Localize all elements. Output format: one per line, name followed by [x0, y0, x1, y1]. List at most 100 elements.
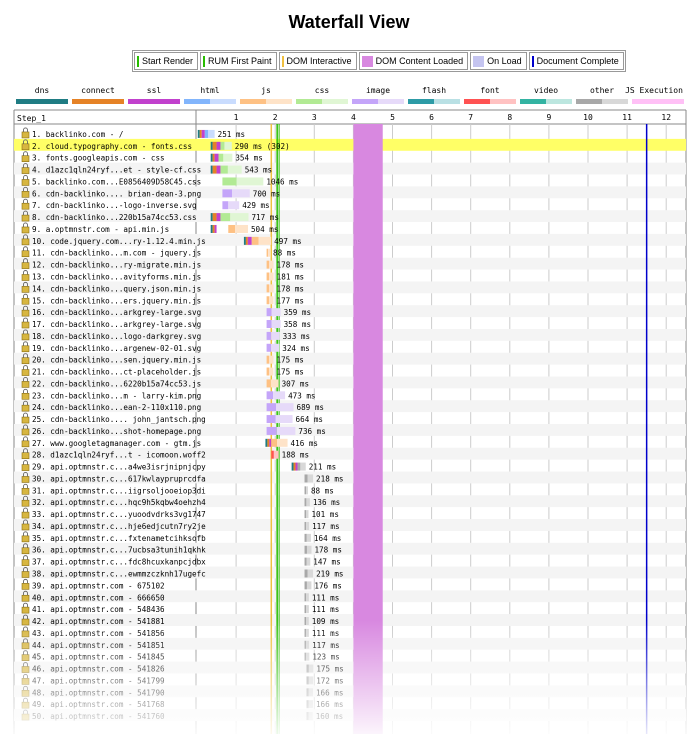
type-swatch-light	[658, 99, 684, 104]
lock-icon-body	[21, 392, 30, 400]
bar-ttfb	[220, 141, 225, 150]
request-label: 27. www.googletagmanager.com - gtm.js	[32, 439, 201, 448]
lock-icon-body	[21, 499, 30, 507]
request-time-label: 664 ms	[296, 415, 323, 424]
bar-connect	[267, 438, 270, 447]
lock-icon-shackle	[23, 341, 28, 346]
request-label: 18. cdn-backlinko...logo-darkgrey.svg	[32, 332, 201, 341]
lock-icon-body	[21, 167, 30, 174]
request-time-label: 166 ms	[316, 700, 343, 709]
request-label: 15. cdn-backlinko...ers.jquery.min.js	[32, 296, 201, 305]
bar-download	[307, 569, 314, 578]
lock-icon	[21, 626, 30, 638]
type-swatch-light	[42, 99, 68, 104]
bar-dns	[243, 236, 246, 245]
request-label: 5. backlinko.com...E0856409D58C45.css	[32, 177, 201, 186]
request-time-label: 219 ms	[316, 570, 343, 579]
x-tick-label: 11	[622, 113, 632, 122]
bar-download	[275, 415, 293, 424]
bar-ttfb	[304, 557, 307, 566]
bar-download	[306, 510, 309, 519]
lock-icon-body	[21, 416, 30, 424]
bar-ttfb	[222, 177, 237, 186]
type-swatch-light	[98, 99, 124, 104]
request-time-label: 178 ms	[277, 284, 304, 293]
request-time-label: 88 ms	[273, 249, 296, 258]
bar-ttfb	[266, 320, 272, 329]
lock-icon-body	[21, 381, 30, 388]
lock-icon-body	[21, 571, 30, 578]
lock-icon	[21, 175, 30, 186]
lock-icon	[21, 388, 30, 400]
lock-icon-body	[21, 286, 30, 293]
lock-icon-body	[21, 262, 30, 269]
lock-icon-shackle	[23, 270, 28, 275]
bar-download	[273, 391, 286, 400]
bar-ttfb	[306, 712, 309, 721]
lock-icon-body	[21, 250, 30, 258]
lock-icon	[21, 531, 30, 543]
bar-connect	[212, 213, 217, 222]
lock-icon-shackle	[23, 673, 28, 679]
request-label: 14. cdn-backlinko...query.json.min.js	[32, 284, 201, 293]
request-label: 23. cdn-backlinko...m - larry-kim.png	[32, 391, 201, 400]
lock-icon-body	[21, 143, 30, 151]
bar-download	[306, 640, 310, 649]
step-label: Step_1	[17, 114, 46, 123]
request-time-label: 101 ms	[311, 510, 338, 519]
x-tick-label: 5	[390, 113, 395, 122]
bar-ssl	[295, 462, 298, 471]
bar-ttfb	[304, 533, 307, 542]
lock-icon-shackle	[23, 127, 28, 132]
type-swatch-light	[602, 99, 628, 104]
lock-icon-body	[21, 428, 30, 436]
lock-icon-body	[21, 202, 30, 210]
bar-dns	[265, 438, 268, 447]
bar-ttfb	[220, 213, 231, 222]
bar-connect	[212, 165, 217, 174]
bar-ttfb	[304, 640, 307, 649]
bar-ttfb	[266, 284, 270, 293]
bar-download	[269, 296, 274, 305]
request-label: 32. api.optmnstr.c...hqc9h5kqbw4oehzh4	[32, 498, 206, 507]
bar-download	[273, 450, 279, 459]
bar-download	[306, 628, 309, 637]
type-swatch-light	[490, 99, 516, 104]
request-time-label: 211 ms	[309, 463, 336, 472]
lock-icon-body	[21, 594, 30, 602]
lock-icon-body	[21, 321, 30, 329]
type-swatch-dark	[632, 99, 658, 104]
request-time-label: 117 ms	[312, 641, 339, 650]
bar-dns	[291, 462, 294, 471]
bar-ttfb	[266, 343, 272, 352]
bar-download	[227, 165, 242, 174]
lock-icon	[21, 365, 30, 376]
type-label: ssl	[147, 86, 162, 95]
type-swatch-light	[266, 99, 292, 104]
x-tick-label: 1	[234, 113, 239, 122]
lock-icon	[21, 555, 30, 566]
request-time-label: 416 ms	[291, 439, 318, 448]
type-swatch-dark	[352, 99, 378, 104]
x-tick-label: 2	[273, 113, 278, 122]
request-label: 31. api.optmnstr.c...iigrsoljooeiop3di	[32, 486, 206, 495]
bar-download	[258, 236, 272, 245]
lock-icon-body	[21, 689, 30, 697]
lock-icon-body	[21, 606, 30, 614]
lock-icon-body	[21, 274, 30, 281]
bar-download	[306, 486, 308, 495]
bar-ttfb	[304, 569, 308, 578]
lock-icon	[21, 507, 30, 519]
bar-connect	[245, 236, 248, 245]
request-label: 43. api.optmnstr.com - 541856	[32, 629, 165, 638]
lock-icon	[21, 341, 30, 353]
request-label: 2. cloud.typography.com - fonts.css	[32, 142, 192, 151]
request-time-label: 359 ms	[284, 308, 311, 317]
lock-icon-shackle	[23, 198, 28, 204]
request-time-label: 175 ms	[276, 368, 303, 377]
bar-download	[306, 605, 309, 614]
type-label: flash	[422, 86, 446, 95]
bar-download	[268, 355, 274, 364]
lock-icon-body	[21, 191, 30, 198]
waterfall-chart: dns connect ssl html js css image flash font vide…	[13, 86, 687, 734]
